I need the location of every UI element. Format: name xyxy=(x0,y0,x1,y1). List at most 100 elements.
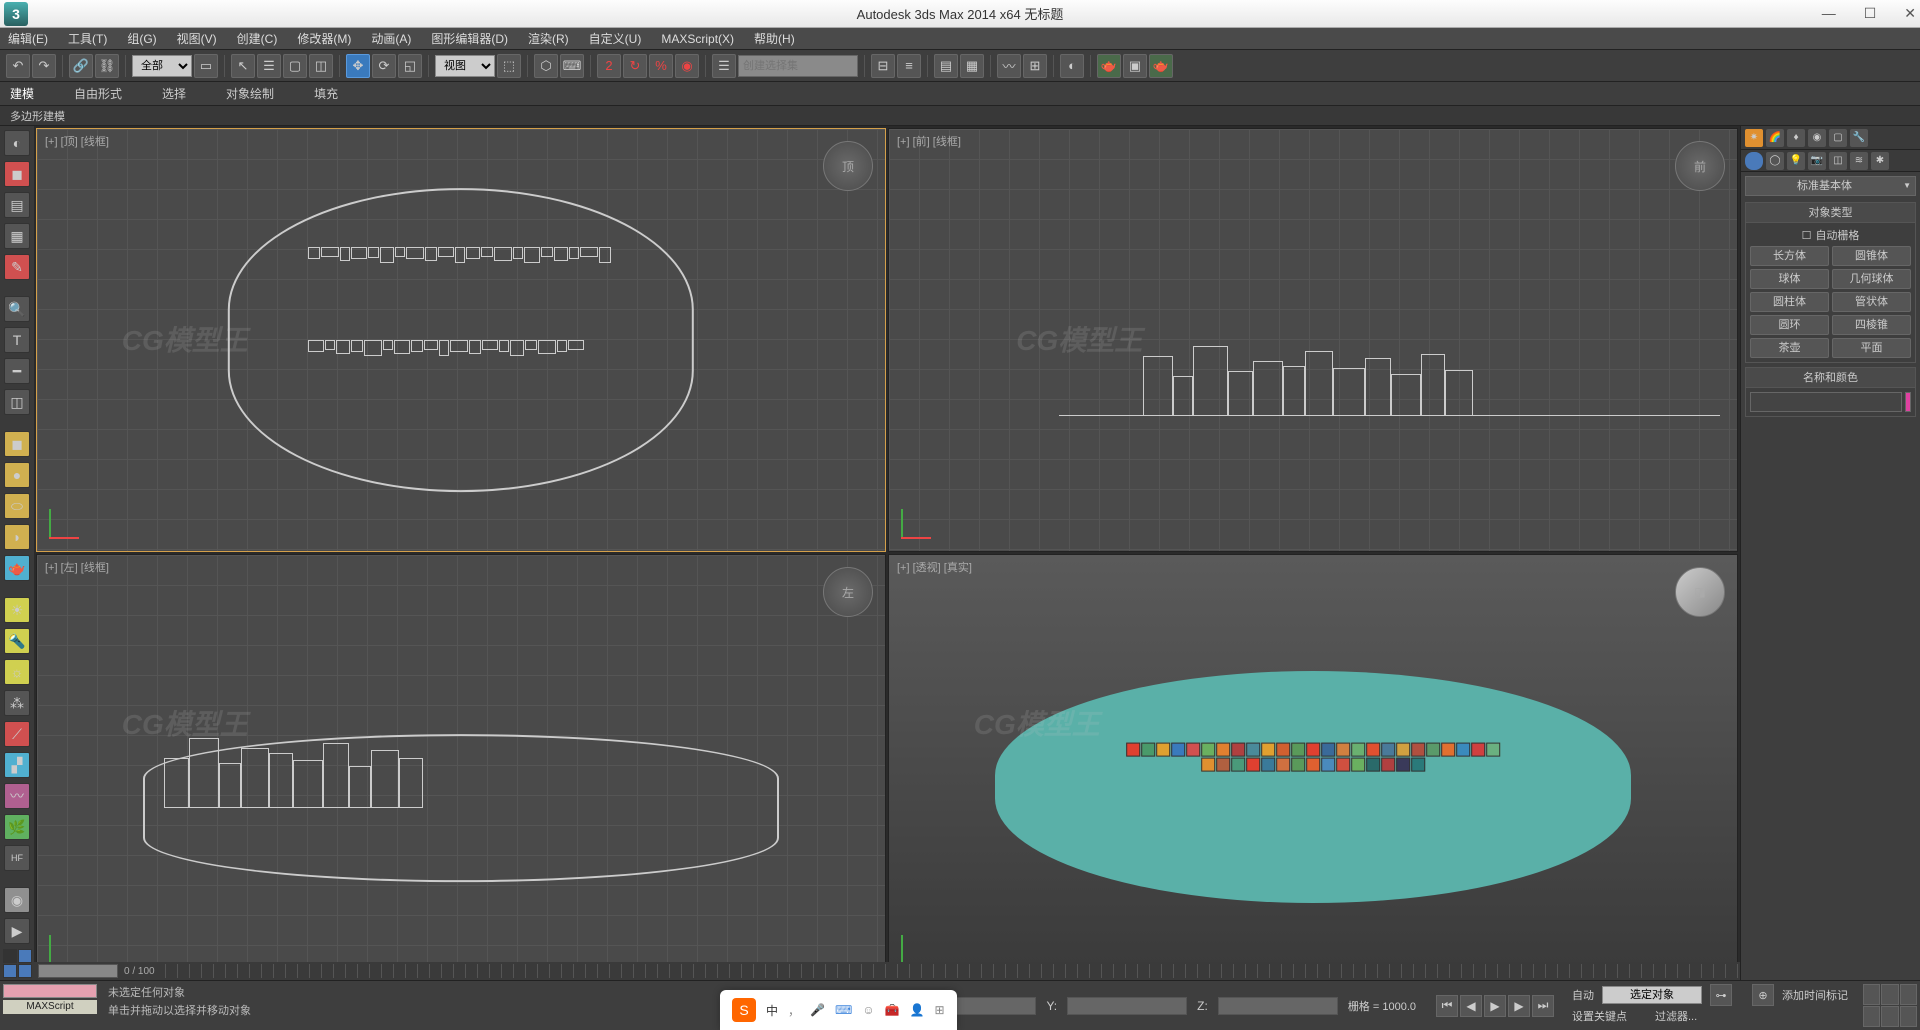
next-frame-button[interactable]: ▶ xyxy=(1508,995,1530,1017)
viewport-front[interactable]: [+] [前] [线框] 前 CG模型王 xyxy=(888,128,1738,552)
menu-group[interactable]: 组(G) xyxy=(127,30,156,47)
ime-toolbar[interactable]: S 中 ， 🎤 ⌨ ☺ 🧰 👤 ⊞ xyxy=(720,990,957,1030)
time-slider[interactable] xyxy=(38,964,118,978)
sub-systems[interactable]: ✱ xyxy=(1871,152,1889,170)
object-name-input[interactable] xyxy=(1750,392,1902,412)
coord-z-input[interactable] xyxy=(1218,997,1338,1015)
selection-set-input[interactable] xyxy=(738,55,858,77)
maximize-viewport-button[interactable] xyxy=(1900,1006,1917,1027)
hf-icon[interactable]: HF xyxy=(4,845,30,871)
sphere-icon[interactable]: ◐ xyxy=(4,130,30,156)
pan-button[interactable] xyxy=(1863,1006,1880,1027)
sub-lights[interactable]: 💡 xyxy=(1787,152,1805,170)
tab-utilities[interactable]: 🔧 xyxy=(1850,129,1868,147)
mic-icon[interactable]: 🎤 xyxy=(810,1003,825,1017)
edit-selection-set-button[interactable]: ☰ xyxy=(712,54,736,78)
autogrid-checkbox[interactable]: ☐自动栅格 xyxy=(1750,227,1911,243)
color-grid[interactable] xyxy=(3,949,32,978)
window-crossing-button[interactable]: ◫ xyxy=(309,54,333,78)
light-direct-icon[interactable]: ☼ xyxy=(4,659,30,685)
align-button[interactable]: ≡ xyxy=(897,54,921,78)
scale-button[interactable]: ◱ xyxy=(398,54,422,78)
tab-create[interactable]: ✷ xyxy=(1745,129,1763,147)
emoji-icon[interactable]: ☺ xyxy=(862,1003,874,1017)
btn-teapot[interactable]: 茶壶 xyxy=(1750,338,1829,358)
gradient-sphere-icon[interactable]: ◉ xyxy=(4,887,30,913)
list-icon[interactable]: ▤ xyxy=(4,192,30,218)
ribbon-tab-populate[interactable]: 填充 xyxy=(314,85,338,102)
undo-button[interactable]: ↶ xyxy=(6,54,30,78)
zoom-all-button[interactable] xyxy=(1881,984,1898,1005)
zoom-extents-button[interactable] xyxy=(1900,984,1917,1005)
wave-icon[interactable]: 〰 xyxy=(4,783,30,809)
unlink-button[interactable]: ⛓ xyxy=(95,54,119,78)
punctuation-icon[interactable]: ， xyxy=(788,1002,800,1019)
menu-customize[interactable]: 自定义(U) xyxy=(589,30,642,47)
rotate-button[interactable]: ⟳ xyxy=(372,54,396,78)
slider-icon[interactable]: ━ xyxy=(4,358,30,384)
name-color-header[interactable]: 名称和颜色 xyxy=(1746,368,1915,388)
btn-geosphere[interactable]: 几何球体 xyxy=(1832,269,1911,289)
expand-icon[interactable]: ⊞ xyxy=(934,1003,944,1017)
prev-frame-button[interactable]: ◀ xyxy=(1460,995,1482,1017)
light-spot-icon[interactable]: 🔦 xyxy=(4,628,30,654)
menu-rendering[interactable]: 渲染(R) xyxy=(528,30,569,47)
select-region-button[interactable]: ▢ xyxy=(283,54,307,78)
viewcube-persp[interactable]: ◨ xyxy=(1675,567,1725,617)
timeline[interactable]: 0 / 100 xyxy=(34,962,1740,980)
time-tag-button[interactable]: ⊕ xyxy=(1752,984,1774,1006)
maximize-button[interactable]: ☐ xyxy=(1864,5,1877,22)
brush-icon[interactable]: ✎ xyxy=(4,254,30,280)
material-editor-button[interactable]: ◐ xyxy=(1060,54,1084,78)
key-filters-button[interactable]: 过滤器... xyxy=(1655,1008,1697,1024)
tab-display[interactable]: ▢ xyxy=(1829,129,1847,147)
cube-icon[interactable]: ◫ xyxy=(4,389,30,415)
viewport-perspective[interactable]: [+] [透视] [真实] ◨ CG模型王 xyxy=(888,554,1738,978)
checker-icon[interactable]: ▞ xyxy=(4,752,30,778)
goto-end-button[interactable]: ⏭ xyxy=(1532,995,1554,1017)
set-key-button[interactable]: 设置关键点 xyxy=(1572,1008,1627,1024)
yellow-dome-icon[interactable]: ◗ xyxy=(4,524,30,550)
orbit-button[interactable] xyxy=(1881,1006,1898,1027)
snap-2d-button[interactable]: 2 xyxy=(597,54,621,78)
viewcube-left[interactable]: 左 xyxy=(823,567,873,617)
zoom-icon[interactable]: 🔍 xyxy=(4,296,30,322)
ime-logo-icon[interactable]: S xyxy=(732,998,756,1022)
menu-create[interactable]: 创建(C) xyxy=(237,30,278,47)
panel-icon[interactable]: ▦ xyxy=(4,223,30,249)
leaf-icon[interactable]: 🌿 xyxy=(4,814,30,840)
tab-motion[interactable]: ◉ xyxy=(1808,129,1826,147)
object-type-header[interactable]: 对象类型 xyxy=(1746,203,1915,223)
zoom-button[interactable] xyxy=(1863,984,1880,1005)
play-button[interactable]: ▶ xyxy=(1484,995,1506,1017)
sub-shapes[interactable]: ◯ xyxy=(1766,152,1784,170)
btn-pyramid[interactable]: 四棱锥 xyxy=(1832,315,1911,335)
menu-tools[interactable]: 工具(T) xyxy=(68,30,107,47)
select-name-button[interactable]: ☰ xyxy=(257,54,281,78)
menu-graph-editors[interactable]: 图形编辑器(D) xyxy=(431,30,508,47)
ribbon-toggle-button[interactable]: ▦ xyxy=(960,54,984,78)
key-filter-dropdown[interactable]: 选定对象 xyxy=(1602,986,1702,1004)
viewcube-top[interactable]: 顶 xyxy=(823,141,873,191)
mirror-button[interactable]: ⊟ xyxy=(871,54,895,78)
sub-spacewarps[interactable]: ≋ xyxy=(1850,152,1868,170)
toolbox-icon[interactable]: 🧰 xyxy=(885,1003,900,1017)
maxscript-button[interactable]: MAXScript xyxy=(3,1000,97,1014)
timeline-ruler[interactable] xyxy=(165,964,1740,978)
keyboard-icon[interactable]: ⌨ xyxy=(835,1003,852,1017)
btn-sphere[interactable]: 球体 xyxy=(1750,269,1829,289)
btn-torus[interactable]: 圆环 xyxy=(1750,315,1829,335)
teapot-icon[interactable]: 🫖 xyxy=(4,555,30,581)
render-setup-button[interactable]: 🫖 xyxy=(1097,54,1121,78)
schematic-view-button[interactable]: ⊞ xyxy=(1023,54,1047,78)
user-icon[interactable]: 👤 xyxy=(910,1003,925,1017)
tab-hierarchy[interactable]: ♦ xyxy=(1787,129,1805,147)
viewport-top[interactable]: [+] [顶] [线框] 顶 CG模型王 xyxy=(36,128,886,552)
color-swatch[interactable] xyxy=(1905,392,1911,412)
btn-tube[interactable]: 管状体 xyxy=(1832,292,1911,312)
menu-help[interactable]: 帮助(H) xyxy=(754,30,795,47)
select-object-button[interactable]: ↖ xyxy=(231,54,255,78)
particles-icon[interactable]: ⁂ xyxy=(4,690,30,716)
btn-cylinder[interactable]: 圆柱体 xyxy=(1750,292,1829,312)
yellow-cube-icon[interactable]: ◼ xyxy=(4,431,30,457)
